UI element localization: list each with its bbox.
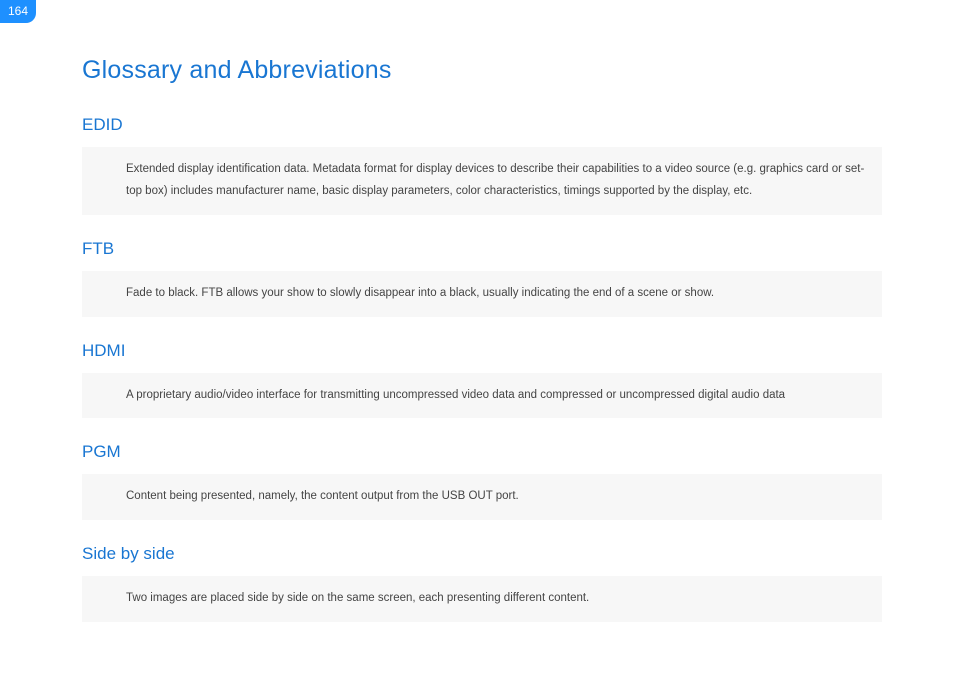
glossary-term: HDMI: [82, 341, 882, 361]
glossary-entry: Side by side Two images are placed side …: [82, 544, 882, 622]
glossary-entry: EDID Extended display identification dat…: [82, 115, 882, 215]
glossary-content: Glossary and Abbreviations EDID Extended…: [82, 56, 882, 646]
glossary-definition: Extended display identification data. Me…: [82, 147, 882, 215]
glossary-term: EDID: [82, 115, 882, 135]
glossary-term: PGM: [82, 442, 882, 462]
glossary-definition: Two images are placed side by side on th…: [82, 576, 882, 622]
glossary-definition: Fade to black. FTB allows your show to s…: [82, 271, 882, 317]
page-number-tab: 164: [0, 0, 36, 23]
glossary-entry: PGM Content being presented, namely, the…: [82, 442, 882, 520]
glossary-definition: Content being presented, namely, the con…: [82, 474, 882, 520]
glossary-entry: FTB Fade to black. FTB allows your show …: [82, 239, 882, 317]
glossary-entry: HDMI A proprietary audio/video interface…: [82, 341, 882, 419]
page-title: Glossary and Abbreviations: [82, 56, 882, 85]
glossary-term: Side by side: [82, 544, 882, 564]
glossary-term: FTB: [82, 239, 882, 259]
glossary-definition: A proprietary audio/video interface for …: [82, 373, 882, 419]
